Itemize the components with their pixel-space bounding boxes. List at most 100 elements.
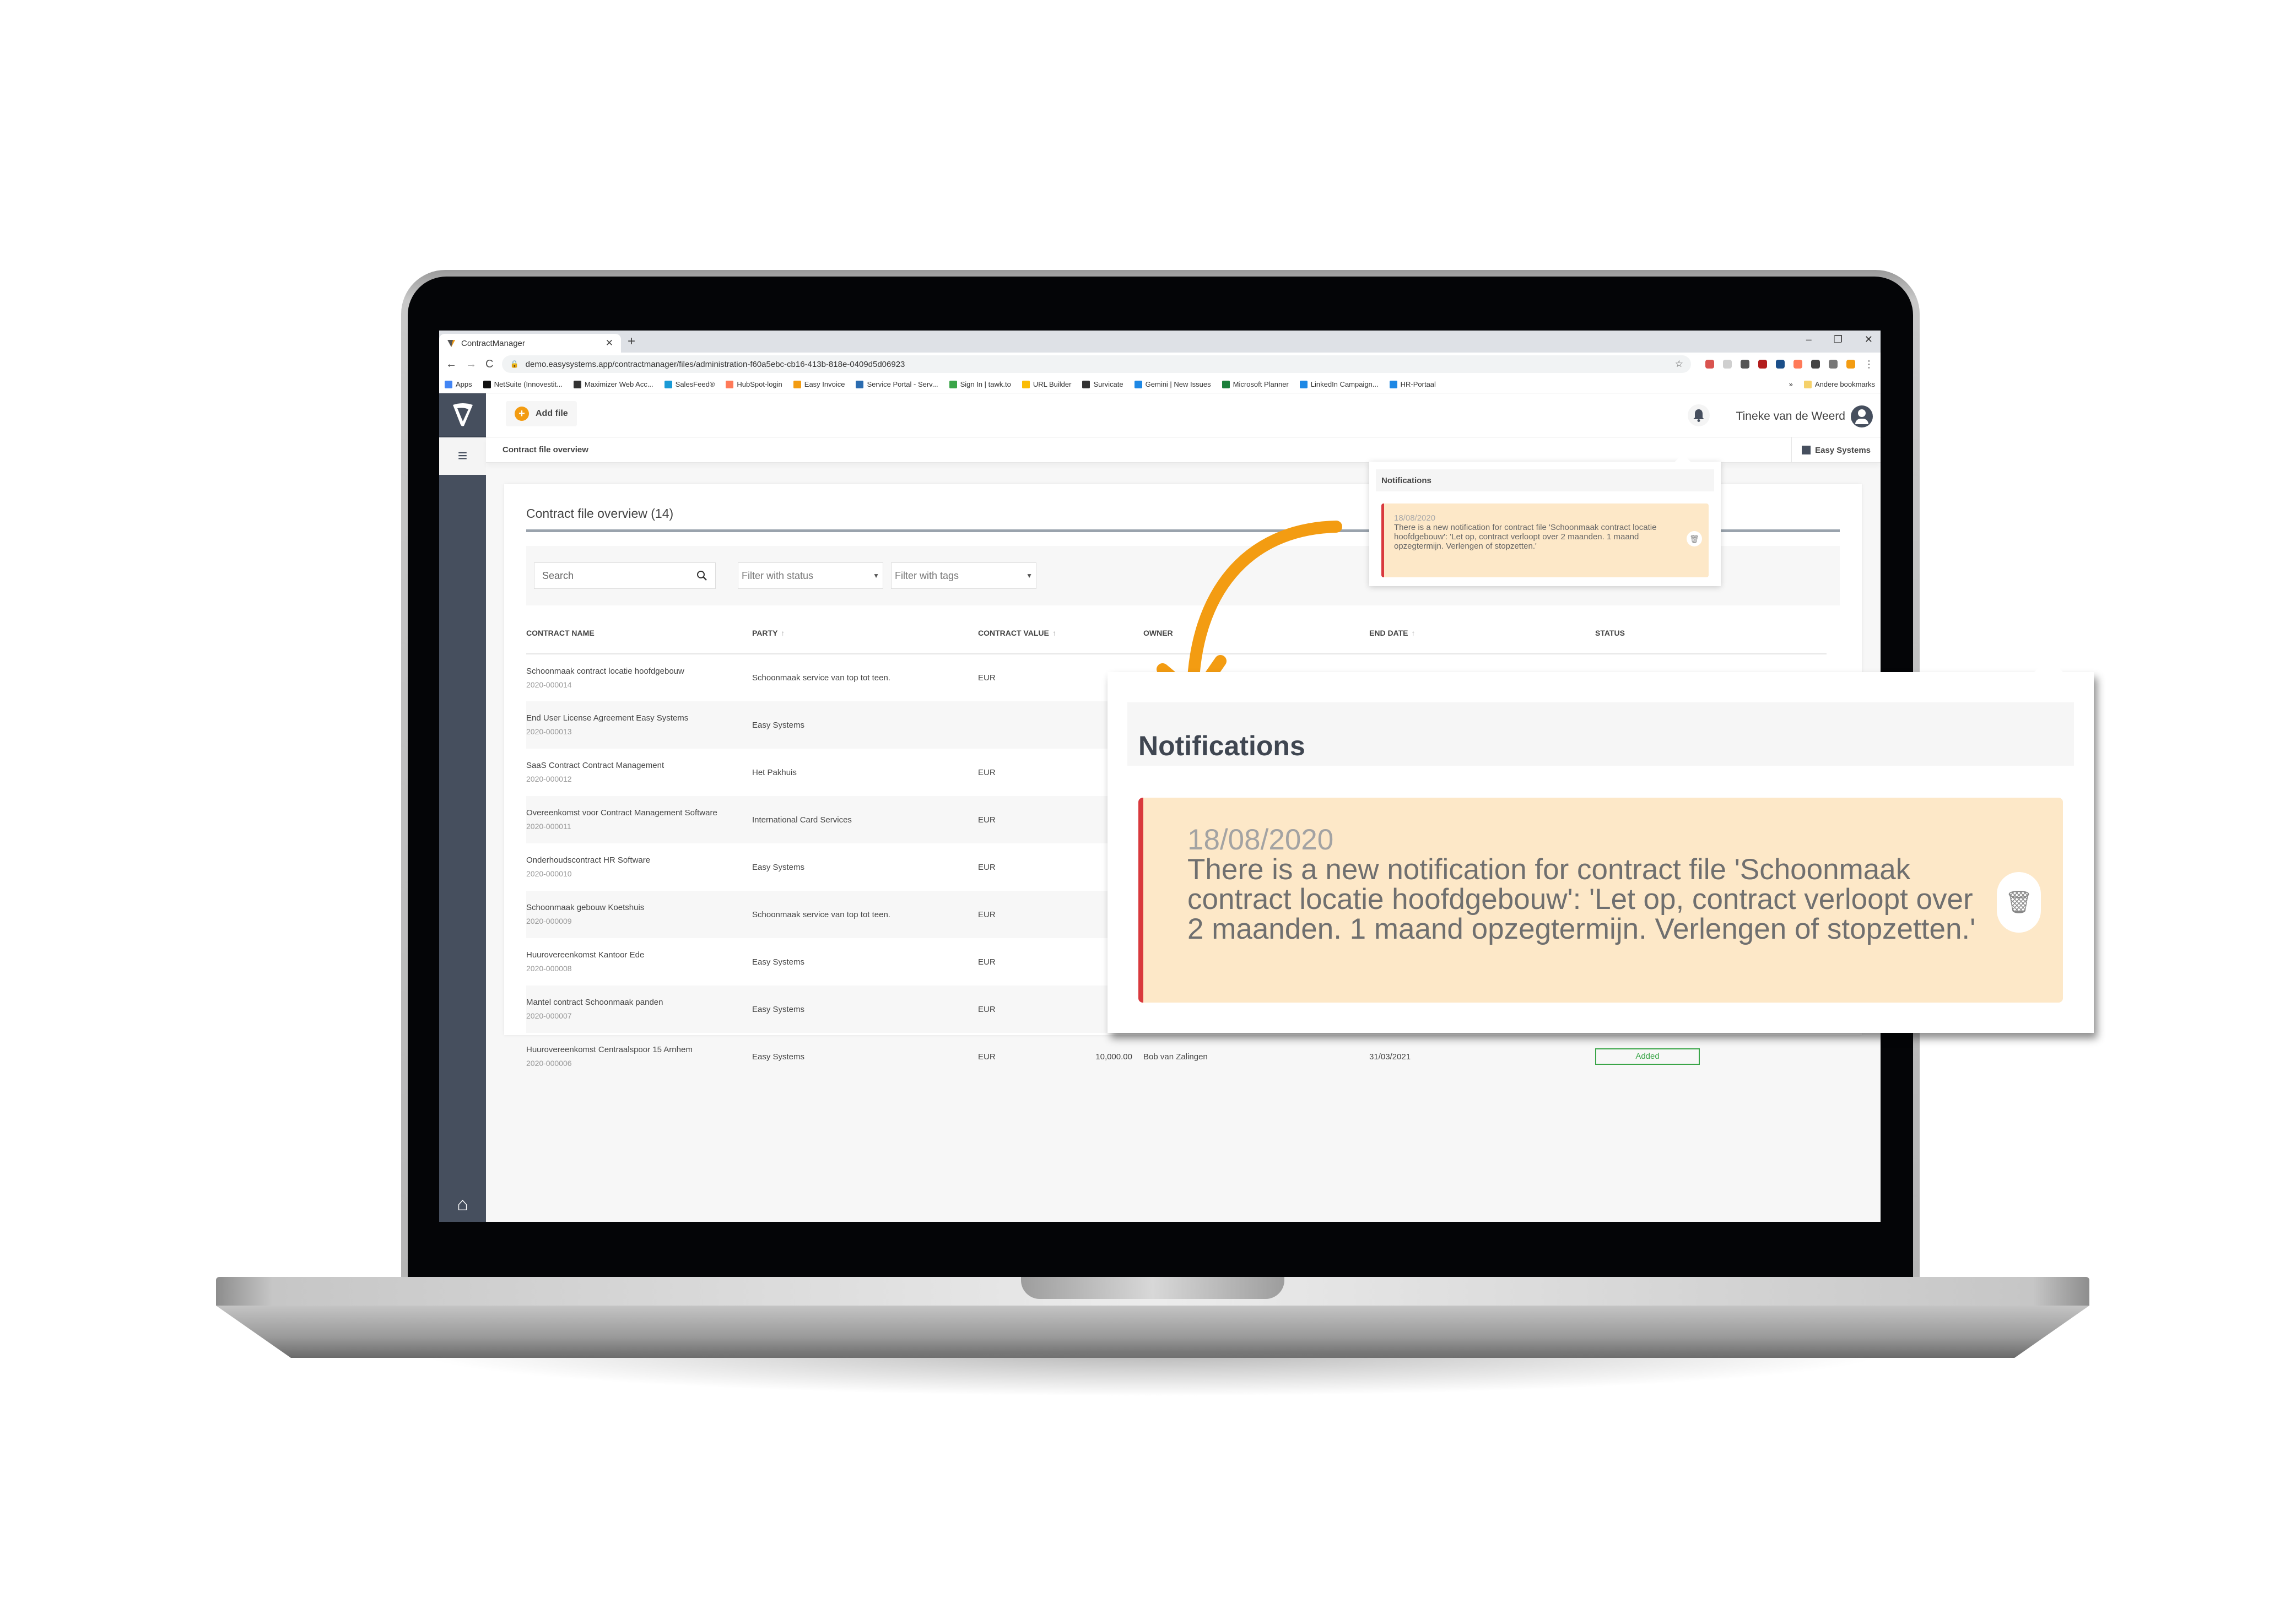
currency: EUR [978,862,996,872]
browser-menu-icon[interactable]: ⋮ [1864,359,1874,370]
add-file-button[interactable]: + Add file [506,401,577,426]
table-row[interactable]: Huurovereenkomst Centraalspoor 15 Arnhem… [526,1033,1827,1080]
minimize-button[interactable]: – [1806,334,1812,345]
back-button[interactable]: ← [446,358,457,371]
column-header-party[interactable]: Party ↑ [752,612,978,654]
contract-name[interactable]: End User License Agreement Easy Systems [526,711,752,725]
bookmark-item[interactable]: Maximizer Web Acc... [573,380,653,388]
app-logo[interactable] [439,393,486,437]
bookmark-item[interactable]: NetSuite (Innovestit... [483,380,563,388]
trash-icon[interactable]: 🗑 [1997,872,2041,933]
contract-name[interactable]: Schoonmaak contract locatie hoofdgebouw [526,664,752,678]
notifications-button[interactable] [1688,404,1710,426]
callout-notification-message: There is a new notification for contract… [1187,853,1976,945]
bookmark-star-icon[interactable]: ☆ [1675,359,1683,370]
playlist-extension-icon[interactable] [1829,360,1838,369]
contract-name[interactable]: Huurovereenkomst Kantoor Ede [526,948,752,962]
tab-bar: ContractManager ✕ + – ❐ ✕ [439,331,1881,353]
other-bookmarks-folder[interactable]: Andere bookmarks [1803,380,1875,388]
notification-item[interactable]: 18/08/2020 There is a new notification f… [1381,503,1709,577]
cell-party: Easy Systems [752,986,978,1033]
search-icon[interactable] [696,570,707,581]
bookmark-item[interactable]: Easy Invoice [793,380,845,388]
s-extension-icon[interactable] [1723,360,1732,369]
bookmark-item[interactable]: Sign In | tawk.to [949,380,1011,388]
currency: EUR [978,957,996,967]
menu-icon: ≡ [457,447,468,465]
easy-logo-icon [447,340,455,347]
contract-number: 2020-000011 [526,822,571,831]
puzzle-extension-icon[interactable] [1811,360,1820,369]
user-menu[interactable]: Tineke van de Weerd [1736,405,1873,427]
bookmark-label: Gemini | New Issues [1145,380,1211,388]
contract-name[interactable]: Mantel contract Schoonmaak panden [526,995,752,1009]
circle-extension-icon[interactable] [1741,360,1749,369]
contract-number: 2020-000012 [526,775,572,783]
new-tab-button[interactable]: + [628,334,635,349]
contract-name[interactable]: Overeenkomst voor Contract Management So… [526,806,752,820]
easy-extension-icon[interactable] [1846,360,1855,369]
sub-bar: Contract file overview Easy Systems [486,437,1881,463]
pdf-extension-icon[interactable] [1758,360,1767,369]
contract-name[interactable]: Schoonmaak gebouw Koetshuis [526,901,752,914]
currency: EUR [978,1052,996,1062]
cell-contract-value: EUR 10,000.00 [978,1033,1143,1080]
callout-notification-item[interactable]: 18/08/2020 There is a new notification f… [1138,798,2063,1003]
cart-extension-icon[interactable] [1705,360,1714,369]
column-header-end-date[interactable]: End date ↑ [1369,612,1595,654]
bookmark-item[interactable]: HR-Portaal [1389,380,1436,388]
bookmark-item[interactable]: Apps [445,380,472,388]
tab-close-icon[interactable]: ✕ [606,338,613,349]
notification-callout-zoom: Notifications 18/08/2020 There is a new … [1108,658,2094,1033]
bookmark-item[interactable]: Gemini | New Issues [1134,380,1211,388]
column-header-status[interactable]: Status [1595,612,1827,654]
bookmark-favicon-icon [1134,380,1142,388]
bookmark-item[interactable]: Microsoft Planner [1222,380,1289,388]
tags-filter-placeholder: Filter with tags [895,570,959,581]
reload-button[interactable]: C [485,358,493,371]
column-header-contract-name[interactable]: Contract name [526,612,752,654]
bookmark-item[interactable]: Service Portal - Serv... [856,380,938,388]
chat-extension-icon[interactable] [1776,360,1785,369]
bookmarks-more-button[interactable]: » [1789,380,1793,388]
bookmark-item[interactable]: LinkedIn Campaign... [1299,380,1379,388]
trash-icon[interactable]: 🗑 [1687,531,1702,546]
bookmark-label: Easy Invoice [804,380,845,388]
column-header-owner[interactable]: Owner [1143,612,1369,654]
restore-button[interactable]: ❐ [1834,334,1843,345]
bookmark-label: Survicate [1093,380,1123,388]
bookmark-favicon-icon [1222,380,1230,388]
contract-name[interactable]: Onderhoudscontract HR Software [526,853,752,867]
bookmark-item[interactable]: Survicate [1082,380,1123,388]
bookmark-label: NetSuite (Innovestit... [494,380,563,388]
bookmark-item[interactable]: SalesFeed® [664,380,715,388]
menu-search-button[interactable]: ≡ [439,437,486,475]
breadcrumb[interactable]: Contract file overview [503,445,588,454]
status-filter-select[interactable]: Filter with status ▼ [738,562,883,589]
laptop-shadow [413,1352,1890,1396]
hubspot-extension-icon[interactable] [1793,360,1802,369]
home-button[interactable]: ⌂ [439,1194,486,1215]
organization-switcher[interactable]: Easy Systems [1791,437,1881,463]
search-input[interactable]: Search [534,562,716,589]
callout-notification-date: 18/08/2020 [1187,824,1334,856]
contract-name[interactable]: Huurovereenkomst Centraalspoor 15 Arnhem [526,1043,752,1057]
bookmark-label: Microsoft Planner [1233,380,1289,388]
url-input[interactable]: 🔒 demo.easysystems.app/contractmanager/f… [502,355,1691,373]
sort-arrow-icon: ↑ [781,628,785,637]
forward-button[interactable]: → [466,358,477,371]
column-header-contract-value[interactable]: Contract value ↑ [978,612,1143,654]
tags-filter-select[interactable]: Filter with tags ▼ [891,562,1036,589]
contract-name[interactable]: SaaS Contract Contract Management [526,759,752,772]
bell-icon [1693,409,1704,422]
cell-party: Schoonmaak service van top tot teen. [752,891,978,938]
bookmark-favicon-icon [1082,380,1090,388]
currency: EUR [978,1004,996,1014]
tab-contractmanager[interactable]: ContractManager ✕ [439,334,621,353]
bookmark-item[interactable]: URL Builder [1022,380,1071,388]
notification-message: There is a new notification for contract… [1394,523,1657,551]
close-window-button[interactable]: ✕ [1865,334,1873,345]
cell-party: Het Pakhuis [752,767,797,777]
bookmark-item[interactable]: HubSpot-login [726,380,782,388]
value: 10,000.00 [1095,1052,1132,1062]
